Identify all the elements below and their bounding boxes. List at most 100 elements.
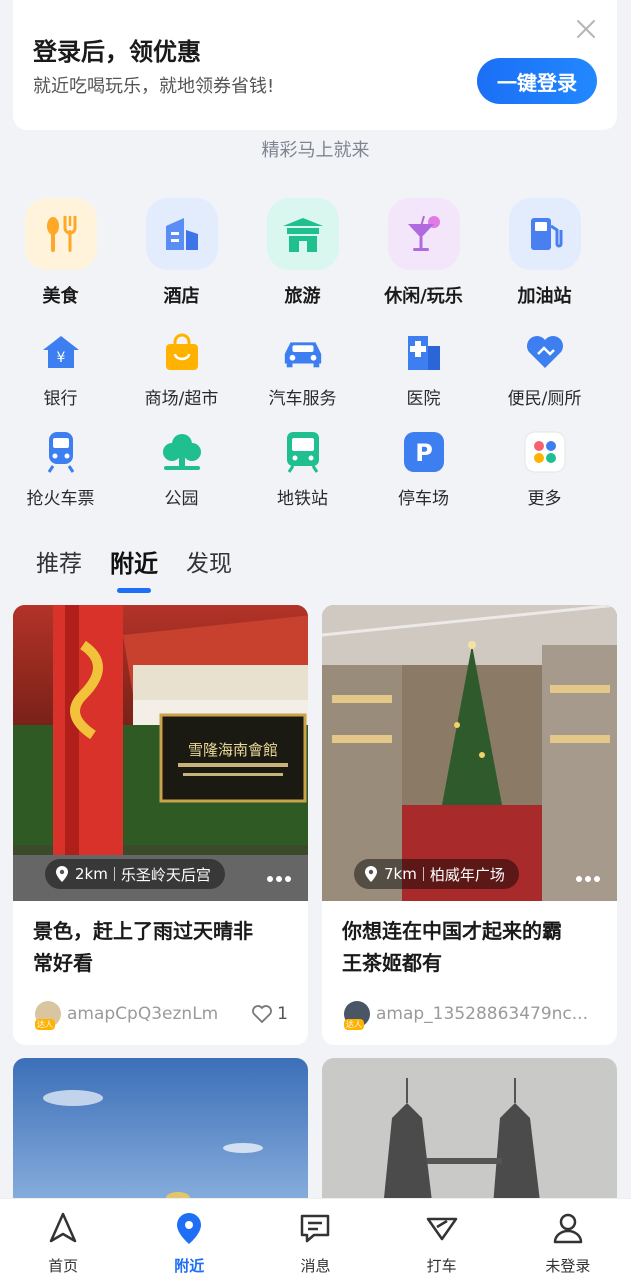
category-hospital[interactable]: 医院 [363,330,484,409]
feed-photo[interactable]: 雪隆海南會館 2km 乐圣岭天后宫 [13,605,308,901]
place-name: 柏威年广场 [429,865,505,884]
nav-label: 打车 [426,1257,457,1275]
subway-icon [281,430,325,474]
more-options-icon[interactable] [575,875,601,883]
category-bank[interactable]: ¥ 银行 [0,330,121,409]
feed-meta: 达人 amapCpQ3eznLm 1 [13,985,308,1030]
expert-badge: 达人 [35,1019,55,1030]
feed-photo[interactable] [13,1058,308,1218]
location-pin-icon [56,866,68,882]
tab-recommend[interactable]: 推荐 [36,544,82,579]
bank-icon: ¥ [39,330,83,374]
category-label: 便民/厕所 [507,389,582,409]
location-pill[interactable]: 2km 乐圣岭天后宫 [45,859,225,889]
travel-icon [266,198,339,270]
category-label: 商场/超市 [144,389,219,409]
location-pill[interactable]: 7km 柏威年广场 [354,859,519,889]
tab-label: 附近 [110,550,158,578]
gas-station-icon [508,198,581,270]
close-icon[interactable] [575,18,597,40]
feed-meta: 达人 amap_13528863479nc... [322,985,617,1030]
tree-icon [160,430,204,474]
feed-card[interactable]: 雪隆海南會館 2km 乐圣岭天后宫 景色，赶上了雨过天晴非 常好看 达人 ama… [13,605,308,1045]
nav-home[interactable]: 首页 [0,1199,126,1280]
author-name[interactable]: amapCpQ3eznLm [67,1004,218,1024]
category-travel[interactable]: 旅游 [242,198,363,308]
category-parking[interactable]: P 停车场 [363,430,484,509]
svg-text:雪隆海南會館: 雪隆海南會館 [188,741,278,759]
feed-title: 你想连在中国才起来的霸 王茶姬都有 [322,901,617,985]
category-gas-station[interactable]: 加油站 [484,198,605,308]
feed-photo[interactable]: 7km 柏威年广场 [322,605,617,901]
tab-nearby[interactable]: 附近 [110,544,158,593]
main-categories: 美食 酒店 旅游 休闲/玩乐 加油站 [0,198,631,308]
user-icon [553,1213,583,1244]
category-train-ticket[interactable]: 抢火车票 [0,430,121,509]
tab-discover[interactable]: 发现 [186,544,232,579]
login-title: 登录后，领优惠 [33,38,201,66]
feed-title-line: 景色，赶上了雨过天晴非 [33,919,253,943]
category-car-service[interactable]: 汽车服务 [242,330,363,409]
nav-label: 未登录 [545,1257,591,1275]
category-label: 停车场 [398,489,449,509]
location-pin-icon [177,1213,202,1244]
nav-messages[interactable]: 消息 [252,1199,378,1280]
author-name[interactable]: amap_13528863479nc... [376,1004,588,1024]
like-button[interactable]: 1 [251,1004,288,1024]
heart-hand-icon [523,330,567,374]
svg-text:P: P [415,439,433,467]
feed-photo[interactable] [322,1058,617,1218]
category-more[interactable]: 更多 [484,430,605,509]
nav-taxi[interactable]: 打车 [379,1199,505,1280]
category-subway[interactable]: 地铁站 [242,430,363,509]
message-icon [301,1214,330,1243]
avatar[interactable]: 达人 [344,1001,370,1030]
feed-title-line: 王茶姬都有 [342,951,442,975]
categories-row-2: ¥ 银行 商场/超市 汽车服务 医院 便民/厕所 [0,330,631,409]
category-label: 更多 [527,489,562,509]
category-label: 汽车服务 [268,389,337,409]
nav-label: 首页 [48,1257,79,1275]
hospital-icon [402,330,446,374]
category-label: 银行 [43,389,78,409]
avatar[interactable]: 达人 [35,1001,61,1030]
coming-soon-text: 精彩马上就来 [261,140,370,161]
expert-badge: 达人 [344,1019,364,1030]
category-label: 酒店 [163,286,200,307]
hotel-icon [145,198,218,270]
categories-row-3: 抢火车票 公园 地铁站 P 停车场 更多 [0,430,631,509]
category-convenience[interactable]: 便民/厕所 [484,330,605,409]
feed-card[interactable] [322,1058,617,1218]
category-label: 地铁站 [277,489,328,509]
one-click-login-button[interactable]: 一键登录 [477,58,597,104]
category-mall[interactable]: 商场/超市 [121,330,242,409]
category-hotel[interactable]: 酒店 [121,198,242,308]
nav-label: 消息 [300,1257,331,1275]
navigation-arrow-icon [49,1212,77,1243]
category-label: 公园 [164,489,199,509]
active-tab-indicator [117,588,151,593]
category-food[interactable]: 美食 [0,198,121,308]
category-park[interactable]: 公园 [121,430,242,509]
login-banner: 登录后，领优惠 就近吃喝玩乐，就地领券省钱! 一键登录 [13,0,617,130]
nav-nearby[interactable]: 附近 [126,1199,252,1280]
heart-icon [252,1005,273,1024]
nav-profile[interactable]: 未登录 [505,1199,631,1280]
feed-card[interactable]: 7km 柏威年广场 你想连在中国才起来的霸 王茶姬都有 达人 amap_1352… [322,605,617,1045]
category-leisure[interactable]: 休闲/玩乐 [363,198,484,308]
divider [113,867,115,881]
distance-text: 7km [384,865,417,883]
feed-card[interactable] [13,1058,308,1218]
distance-text: 2km [75,865,108,883]
svg-text:¥: ¥ [56,350,65,366]
feed-title: 景色，赶上了雨过天晴非 常好看 [13,901,308,985]
more-apps-icon [523,430,567,474]
more-options-icon[interactable] [266,875,292,883]
bottom-navigation: 首页 附近 消息 打车 未登录 [0,1198,631,1280]
food-icon [24,198,97,270]
train-icon [39,430,83,474]
category-label: 休闲/玩乐 [384,286,463,307]
feed-title-line: 你想连在中国才起来的霸 [342,919,562,943]
category-label: 医院 [406,389,441,409]
feed-tabs: 推荐 附近 发现 [36,544,232,593]
